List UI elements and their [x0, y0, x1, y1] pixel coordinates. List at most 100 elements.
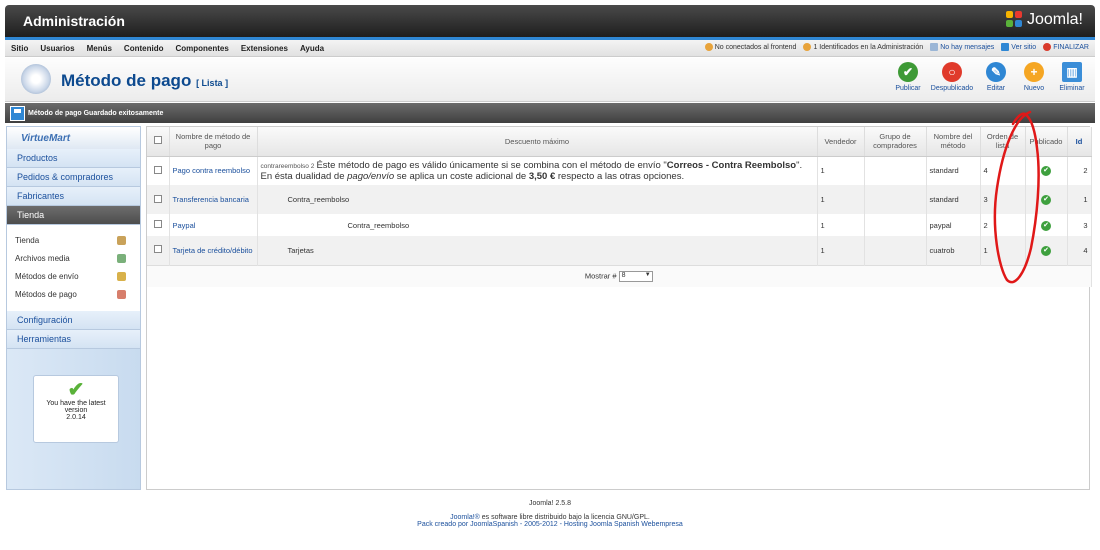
- shop-icon: [117, 235, 126, 245]
- published-check-icon: ✔: [1041, 195, 1051, 205]
- version-number: 2.0.14: [66, 414, 86, 421]
- show-select[interactable]: 8: [618, 270, 653, 282]
- pencil-icon: ✎: [986, 62, 1006, 82]
- header-group[interactable]: Grupo de compradores: [864, 127, 927, 157]
- joomla-brand: Joomla!: [1026, 11, 1083, 28]
- sidebar-item-herramientas[interactable]: Herramientas: [7, 330, 140, 349]
- license-text: Joomla!® es software libre distribuido b…: [450, 514, 650, 521]
- header-discount[interactable]: Descuento máximo: [257, 127, 818, 157]
- method-name-link[interactable]: Paypal: [173, 221, 196, 230]
- admin-title: Administración: [23, 13, 125, 29]
- group-cell: [864, 185, 927, 214]
- order-cell: 3: [980, 185, 1026, 214]
- page-footer: Joomla! 2.5.8 Joomla!® es software libre…: [0, 500, 1100, 535]
- new-button[interactable]: + Nuevo: [1017, 62, 1051, 92]
- published-check-icon: ✔: [1041, 220, 1051, 231]
- header-published[interactable]: Publicado: [1025, 127, 1068, 157]
- menu-ayuda[interactable]: Ayuda: [294, 44, 330, 53]
- edit-button[interactable]: ✎ Editar: [979, 62, 1013, 92]
- sidebar-item-productos[interactable]: Productos: [7, 149, 140, 168]
- submenu-metodos-pago[interactable]: Métodos de pago: [7, 285, 140, 303]
- published-toggle[interactable]: ✔: [1025, 214, 1068, 236]
- show-label: Mostrar #: [584, 271, 617, 281]
- order-cell: 2: [980, 214, 1026, 236]
- vendor-cell: 1: [817, 214, 865, 236]
- sidebar-item-fabricantes[interactable]: Fabricantes: [7, 187, 140, 206]
- row-checkbox[interactable]: [147, 236, 170, 265]
- power-icon: [1043, 43, 1052, 51]
- id-cell: 1: [1067, 185, 1092, 214]
- table-row: Tarjeta de crédito/débito Tarjetas 1 cua…: [147, 236, 1092, 265]
- admin-status: 1 Identificados en la Administración: [803, 43, 923, 51]
- message-text: Método de pago Guardado exitosamente: [28, 109, 164, 117]
- users-icon: [704, 43, 713, 51]
- published-toggle[interactable]: ✔: [1025, 156, 1068, 185]
- sidebar-item-pedidos[interactable]: Pedidos & compradores: [7, 168, 140, 187]
- sidebar: VirtueMart Productos Pedidos & comprador…: [6, 126, 141, 490]
- published-toggle[interactable]: ✔: [1025, 236, 1068, 265]
- method-name-link[interactable]: Tarjeta de crédito/débito: [173, 246, 253, 255]
- sidebar-item-tienda[interactable]: Tienda: [7, 206, 140, 225]
- header-order[interactable]: Orden de lista: [980, 127, 1026, 157]
- header-vendor[interactable]: Vendedor: [817, 127, 865, 157]
- unpublish-button[interactable]: ○ Despublicado: [929, 62, 975, 92]
- row-checkbox[interactable]: [147, 214, 170, 236]
- row-checkbox[interactable]: [147, 185, 170, 214]
- menu-extensiones[interactable]: Extensiones: [235, 44, 294, 53]
- header-method[interactable]: Nombre del método: [926, 127, 981, 157]
- method-name-link[interactable]: Pago contra reembolso: [173, 166, 251, 175]
- logout-link[interactable]: FINALIZAR: [1043, 43, 1089, 51]
- checkmark-icon: ✔: [67, 379, 85, 401]
- select-all-checkbox[interactable]: [147, 127, 170, 157]
- method-cell: cuatrob: [926, 236, 981, 265]
- unpublish-icon: ○: [942, 62, 962, 82]
- truck-icon: [117, 271, 126, 281]
- monitor-icon: [1001, 43, 1010, 51]
- submenu-metodos-envio[interactable]: Métodos de envío: [7, 267, 140, 285]
- publish-button[interactable]: ✔ Publicar: [891, 62, 925, 92]
- payment-icon: [117, 289, 126, 299]
- submenu-tienda[interactable]: Tienda: [7, 231, 140, 249]
- method-cell: standard: [926, 185, 981, 214]
- header-name[interactable]: Nombre de método de pago: [169, 127, 258, 157]
- method-code: contrareembolso 2: [260, 162, 315, 170]
- trash-icon: ▥: [1062, 62, 1082, 82]
- published-toggle[interactable]: ✔: [1025, 185, 1068, 214]
- method-code: Contra_reembolso: [257, 214, 818, 236]
- header-id[interactable]: Id: [1067, 127, 1092, 157]
- published-check-icon: ✔: [1041, 245, 1051, 256]
- group-cell: [864, 236, 927, 265]
- payment-methods-list: Nombre de método de pago Descuento máxim…: [146, 126, 1092, 490]
- view-site-link[interactable]: Ver sitio: [1001, 43, 1036, 51]
- version-box: ✔ You have the latest version 2.0.14: [33, 375, 119, 443]
- credits-text[interactable]: Pack creado por JoomlaSpanish - 2005-201…: [0, 521, 1100, 528]
- method-name-link[interactable]: Transferencia bancaria: [173, 195, 249, 204]
- delete-button[interactable]: ▥ Eliminar: [1055, 62, 1089, 92]
- sidebar-submenu: Tienda Archivos media Métodos de envío M…: [7, 225, 140, 311]
- pagination-row: Mostrar # 8: [147, 264, 1092, 287]
- method-description: Éste método de pago es válido únicamente…: [260, 159, 803, 182]
- joomla-link[interactable]: Joomla!®: [450, 514, 480, 521]
- menu-sitio[interactable]: Sitio: [5, 44, 34, 53]
- method-code: Tarjetas: [257, 236, 818, 265]
- vendor-cell: 1: [817, 236, 865, 265]
- joomla-version: Joomla! 2.5.8: [528, 500, 572, 507]
- table-row: Pago contra reembolso contrareembolso 2 …: [147, 156, 1092, 185]
- sidebar-item-configuracion[interactable]: Configuración: [7, 311, 140, 330]
- vendor-cell: 1: [817, 185, 865, 214]
- menu-componentes[interactable]: Componentes: [169, 44, 234, 53]
- submenu-archivos-media[interactable]: Archivos media: [7, 249, 140, 267]
- table-row: Transferencia bancaria Contra_reembolso …: [147, 185, 1092, 214]
- menu-contenido[interactable]: Contenido: [118, 44, 170, 53]
- virtuemart-logo[interactable]: VirtueMart: [7, 127, 140, 149]
- joomla-icon: [1005, 11, 1024, 29]
- row-checkbox[interactable]: [147, 156, 170, 185]
- published-check-icon: ✔: [1041, 166, 1051, 177]
- menu-usuarios[interactable]: Usuarios: [34, 44, 80, 53]
- joomla-logo[interactable]: Joomla!: [1005, 11, 1083, 29]
- admin-header: Administración Joomla!: [5, 5, 1095, 37]
- plus-icon: +: [1024, 62, 1044, 82]
- messages-link[interactable]: No hay mensajes: [930, 43, 994, 51]
- order-cell: 1: [980, 236, 1026, 265]
- menu-menus[interactable]: Menús: [81, 44, 118, 53]
